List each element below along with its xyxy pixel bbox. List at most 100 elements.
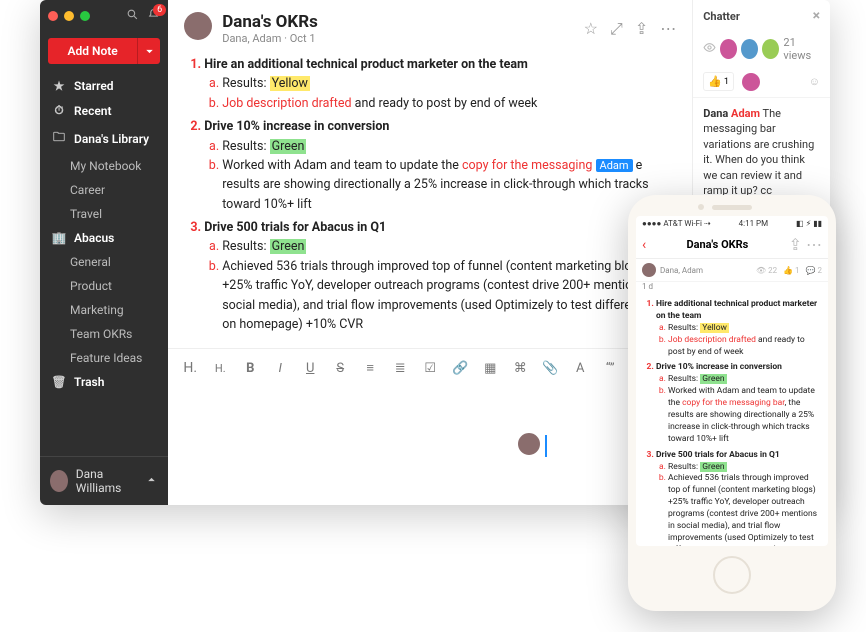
toolbar-button[interactable]: ▦ [482,361,498,376]
sidebar-item-label: Travel [70,207,102,221]
sidebar: 6 Add Note ★ Starred ⏱ Recent 🗀 Dana's Librar… [40,0,168,505]
sidebar-item[interactable]: 🏢Abacus [40,226,168,250]
sidebar-item-label: Dana's Library [74,132,149,146]
eye-icon [703,41,716,57]
avatar [50,470,68,492]
okr-item: Hire an additional technical product mar… [204,55,676,113]
building-icon: 🏢 [52,231,66,245]
sidebar-item[interactable]: ⏱ Recent [40,98,168,123]
sidebar-item[interactable]: General [40,250,168,274]
okr-subitem: Achieved 536 trials through improved top… [668,473,822,546]
toolbar-button[interactable]: ≣ [392,361,408,376]
chatter-title: Chatter [703,10,740,23]
sidebar-item-label: Feature Ideas [70,351,142,365]
more-icon[interactable]: ⋯ [806,235,822,254]
sidebar-item[interactable]: Career [40,178,168,202]
more-icon[interactable]: ⋯ [660,19,676,38]
okr-subitem: Worked with Adam and team to update the … [668,386,822,445]
clock-icon: ⏱ [52,103,66,118]
close-icon[interactable]: × [813,8,820,24]
toolbar-button[interactable]: S [332,361,348,376]
toolbar-button[interactable]: ⌘ [512,361,528,376]
folder-icon: 🗀 [52,128,66,149]
toolbar-button[interactable]: H. [182,360,198,376]
sidebar-item[interactable]: Marketing [40,298,168,322]
sidebar-item-label: Recent [74,104,112,118]
okr-subitem: Results: Green [668,374,822,386]
note-title: Dana's OKRs [222,12,318,32]
sidebar-item-label: My Notebook [70,159,141,173]
note-pane: Dana's OKRs Dana, Adam · Oct 1 ☆ ⤢ ⇪ ⋯ H… [168,0,692,505]
toolbar-button[interactable]: A [572,361,588,376]
minimize-window-icon[interactable] [64,11,74,21]
phone-statusbar: ●●●● AT&T Wi-Fi ⇢ 4:11 PM ◧ ⚡︎ ▮▮ [636,216,828,231]
sidebar-item[interactable]: Feature Ideas [40,346,168,370]
note-link[interactable]: copy for the messaging bar [682,398,785,408]
sidebar-item[interactable]: ★ Starred [40,74,168,98]
notifications-icon[interactable]: 6 [147,8,160,24]
toolbar-button[interactable]: 📎 [542,361,558,376]
avatar [642,263,656,277]
expand-icon[interactable]: ⤢ [610,19,623,39]
viewer-avatar [741,39,758,59]
sidebar-item[interactable]: Product [40,274,168,298]
okr-subitem: Achieved 536 trials through improved top… [222,257,676,335]
okr-subitem: Results: Green [668,462,822,474]
star-icon: ★ [52,79,66,93]
note-link[interactable]: Job description drafted [222,96,351,111]
okr-subitem: Job description drafted and ready to pos… [222,94,676,113]
trash-icon: 🗑 [52,375,66,389]
okr-item: Drive 10% increase in conversionResults:… [204,117,676,214]
sidebar-item[interactable]: 🗀 Dana's Library [40,123,168,154]
presence-avatar [516,431,542,457]
sidebar-item-label: General [70,255,111,269]
sidebar-item-label: Marketing [70,303,124,317]
toolbar-button[interactable]: B [242,361,258,376]
toolbar-button[interactable]: I [272,361,288,376]
author-avatar [184,12,212,40]
sidebar-item-label: Trash [74,375,104,389]
note-body[interactable]: Hire an additional technical product mar… [168,51,692,348]
window-controls: 6 [40,0,168,32]
collab-cursor [545,435,547,457]
phone-mockup: ●●●● AT&T Wi-Fi ⇢ 4:11 PM ◧ ⚡︎ ▮▮ ‹ Dana… [628,195,836,611]
sidebar-item-label: Starred [74,79,114,93]
note-link[interactable]: Job description drafted [668,335,756,345]
okr-subitem: Results: Yellow [222,74,676,93]
toolbar-button[interactable]: U [302,361,318,376]
toolbar-button[interactable]: ☑ [422,361,438,376]
okr-item: Drive 10% increase in conversionResults:… [656,362,822,445]
search-icon[interactable] [126,8,139,24]
views-count: 21 views [783,36,820,62]
viewer-avatar [720,39,737,59]
sidebar-item[interactable]: Travel [40,202,168,226]
share-icon[interactable]: ⇪ [789,235,802,254]
toolbar-button[interactable]: 🔗 [452,361,468,376]
okr-subitem: Results: Green [222,237,676,256]
sidebar-item[interactable]: Team OKRs [40,322,168,346]
current-user-row[interactable]: Dana Williams [40,456,168,505]
mention-tag[interactable]: Adam [596,159,633,172]
toolbar-button[interactable]: H. [212,362,228,375]
notification-badge: 6 [153,4,166,16]
home-button[interactable] [713,556,751,594]
sidebar-item-label: Product [70,279,112,293]
add-note-dropdown[interactable] [137,38,160,64]
note-link[interactable]: copy for the messaging [462,158,592,173]
reaction-thumbsup[interactable]: 👍1 [703,72,734,91]
okr-subitem: Job description drafted and ready to pos… [668,335,822,359]
close-window-icon[interactable] [48,11,58,21]
toolbar-button[interactable]: ≡ [362,360,378,376]
chevron-up-icon[interactable] [145,473,158,489]
sidebar-item[interactable]: My Notebook [40,154,168,178]
okr-subitem: Results: Yellow [668,323,822,335]
add-note-button[interactable]: Add Note [48,38,160,64]
share-icon[interactable]: ⇪ [635,19,648,38]
sidebar-item[interactable]: 🗑 Trash [40,370,168,394]
star-icon[interactable]: ☆ [584,19,598,38]
emoji-picker-icon[interactable]: ☺ [809,75,820,88]
maximize-window-icon[interactable] [80,11,90,21]
sidebar-item-label: Career [70,183,105,197]
note-meta: Dana, Adam · Oct 1 [222,32,318,45]
toolbar-button[interactable]: “” [602,361,618,376]
